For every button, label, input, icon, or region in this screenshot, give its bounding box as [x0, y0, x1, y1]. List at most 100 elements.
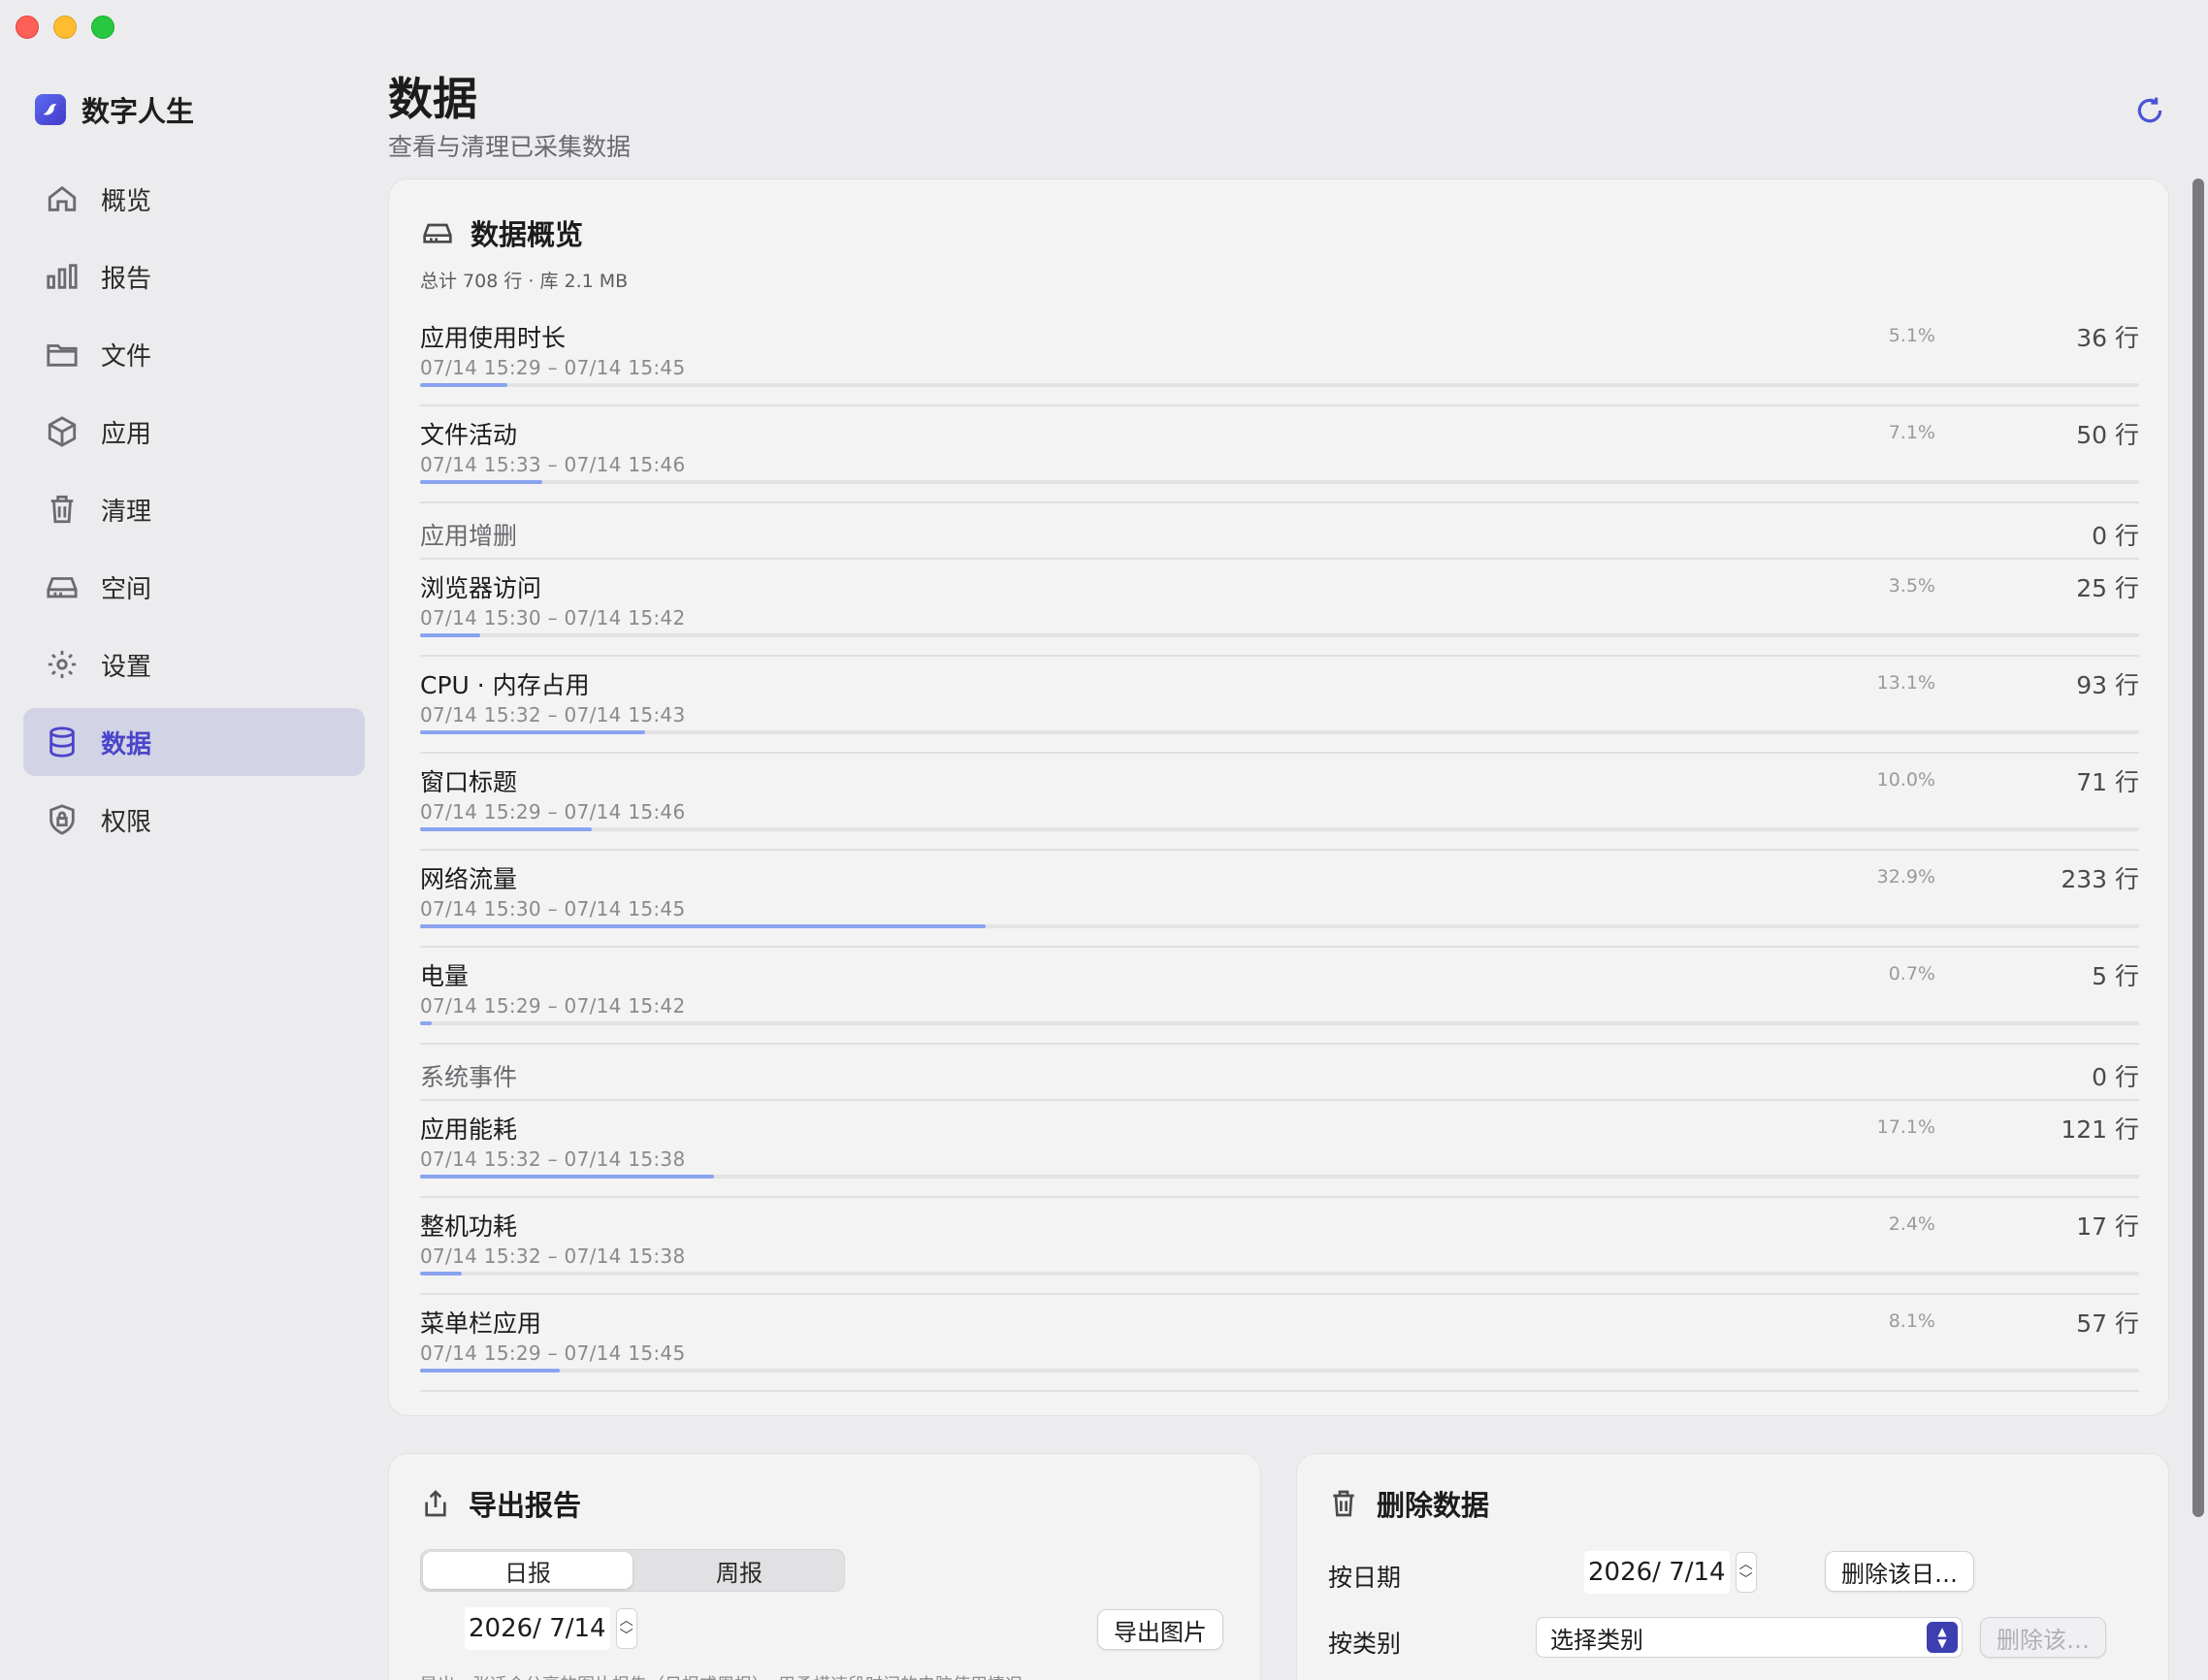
house-icon	[45, 181, 80, 216]
export-description: 导出一张适合分享的图片报告（日报或周报），用柔横速段时间的电脑使用情况	[420, 1671, 1023, 1680]
refresh-button[interactable]	[2134, 95, 2167, 128]
sidebar-item-label: 应用	[101, 419, 152, 449]
progress-track	[420, 1369, 2139, 1373]
sidebar-item-label: 清理	[101, 497, 152, 527]
delete-date-field[interactable]: 2026/ 7/14	[1584, 1551, 1730, 1594]
row-count: 71 行	[2076, 768, 2139, 796]
page-title: 数据	[388, 73, 477, 125]
sidebar-item-permissions[interactable]: 权限	[23, 786, 365, 854]
progress-fill	[420, 730, 646, 734]
table-row: 应用使用时长 07/14 15:29 – 07/14 15:45 5.1% 36 行	[420, 309, 2139, 406]
scrollbar[interactable]	[2192, 178, 2204, 1517]
delete-category-button[interactable]: 删除该…	[1980, 1617, 2106, 1658]
row-count: 50 行	[2076, 421, 2139, 449]
gear-icon	[45, 647, 80, 682]
row-count: 233 行	[2061, 865, 2139, 893]
row-time-range: 07/14 15:32 – 07/14 15:38	[420, 1147, 686, 1171]
by-date-label: 按日期	[1328, 1564, 1402, 1592]
sidebar-item-label: 空间	[101, 574, 152, 604]
progress-fill	[420, 924, 986, 928]
data-overview-card: 数据概览 总计 708 行 · 库 2.1 MB 应用使用时长 07/14 15:…	[388, 178, 2169, 1416]
row-name: 窗口标题	[420, 768, 518, 796]
refresh-icon	[2137, 97, 2162, 123]
progress-track	[420, 633, 2139, 637]
app-logo-icon	[35, 94, 66, 125]
chevron-up-icon[interactable]: ︿	[1739, 1557, 1753, 1572]
row-percentage: 10.0%	[1876, 769, 1935, 791]
progress-track	[420, 1175, 2139, 1179]
row-time-range: 07/14 15:33 – 07/14 15:46	[420, 453, 686, 476]
row-name: CPU · 内存占用	[420, 671, 590, 699]
row-time-range: 07/14 15:32 – 07/14 15:43	[420, 703, 686, 727]
row-time-range: 07/14 15:30 – 07/14 15:45	[420, 897, 686, 921]
progress-track	[420, 383, 2139, 387]
table-row: 网络流量 07/14 15:30 – 07/14 15:45 32.9% 233 行	[420, 851, 2139, 948]
date-stepper[interactable]: ︿ ﹀	[1735, 1552, 1757, 1593]
progress-track	[420, 1272, 2139, 1276]
sidebar-item-label: 概览	[101, 186, 152, 216]
card-title: 导出报告	[469, 1489, 582, 1522]
sidebar-item-reports[interactable]: 报告	[23, 242, 365, 310]
sidebar-item-apps[interactable]: 应用	[23, 398, 365, 466]
chevron-down-icon[interactable]: ﹀	[620, 1629, 633, 1644]
progress-fill	[420, 480, 542, 484]
export-image-button[interactable]: 导出图片	[1097, 1609, 1223, 1650]
row-name: 应用增删	[420, 522, 518, 550]
row-time-range: 07/14 15:29 – 07/14 15:42	[420, 994, 686, 1018]
by-category-label: 按类别	[1328, 1630, 1402, 1658]
card-header: 删除数据	[1328, 1483, 1489, 1524]
sidebar-item-cleanup[interactable]: 清理	[23, 475, 365, 543]
date-stepper[interactable]: ︿ ﹀	[615, 1608, 637, 1649]
card-header: 导出报告	[420, 1483, 581, 1524]
sidebar-item-data[interactable]: 数据	[23, 708, 365, 776]
delete-data-card: 删除数据 按日期 2026/ 7/14 ︿ ﹀ 删除该日… 按类别 选择类别 ▲ ▼…	[1296, 1453, 2169, 1680]
delete-date-picker: 2026/ 7/14 ︿ ﹀	[1584, 1551, 1757, 1594]
sidebar-item-label: 数据	[101, 729, 152, 759]
progress-fill	[420, 383, 508, 387]
app-window: 数字人生 概览 报告 文件 应用 清理 空间 设置 数据 权限 数据 查看与清理…	[0, 0, 2208, 1680]
trash-icon	[1333, 1490, 1354, 1517]
row-name: 系统事件	[420, 1063, 518, 1091]
row-percentage: 13.1%	[1876, 672, 1935, 694]
row-percentage: 2.4%	[1888, 1213, 1935, 1235]
drive-icon	[45, 569, 80, 604]
shield-icon	[45, 802, 80, 837]
row-name: 整机功耗	[420, 1212, 518, 1241]
tab-daily[interactable]: 日报	[423, 1552, 633, 1589]
row-count: 25 行	[2076, 574, 2139, 602]
row-percentage: 32.9%	[1876, 866, 1935, 888]
progress-fill	[420, 827, 593, 831]
progress-track	[420, 480, 2139, 484]
progress-fill	[420, 1369, 560, 1373]
chevron-down-icon[interactable]: ﹀	[1739, 1572, 1753, 1588]
sidebar-item-files[interactable]: 文件	[23, 320, 365, 388]
table-row: 文件活动 07/14 15:33 – 07/14 15:46 7.1% 50 行	[420, 406, 2139, 503]
sidebar: 数字人生 概览 报告 文件 应用 清理 空间 设置 数据 权限	[0, 0, 378, 1680]
table-row: 系统事件 0 行	[420, 1045, 2139, 1101]
chevron-up-down-icon: ▲ ▼	[1927, 1622, 1958, 1653]
row-percentage: 3.5%	[1888, 575, 1935, 597]
row-name: 文件活动	[420, 421, 518, 449]
card-title: 数据概览	[471, 218, 584, 251]
sidebar-item-label: 报告	[101, 264, 152, 294]
row-count: 93 行	[2076, 671, 2139, 699]
table-row: CPU · 内存占用 07/14 15:32 – 07/14 15:43 13.1%…	[420, 657, 2139, 754]
table-row: 浏览器访问 07/14 15:30 – 07/14 15:42 3.5% 25 行	[420, 560, 2139, 657]
delete-day-button[interactable]: 删除该日…	[1825, 1551, 1974, 1592]
table-row: 菜单栏应用 07/14 15:29 – 07/14 15:45 8.1% 57 行	[420, 1295, 2139, 1392]
tab-weekly[interactable]: 周报	[634, 1550, 844, 1591]
sidebar-item-label: 设置	[101, 652, 152, 682]
chevron-up-icon[interactable]: ︿	[620, 1613, 633, 1629]
progress-track	[420, 827, 2139, 831]
category-select[interactable]: 选择类别 ▲ ▼	[1536, 1617, 1963, 1658]
sidebar-item-overview[interactable]: 概览	[23, 165, 365, 233]
data-summary: 总计 708 行 · 库 2.1 MB	[420, 271, 629, 292]
row-name: 应用能耗	[420, 1115, 518, 1144]
category-select-value: 选择类别	[1550, 1626, 1643, 1654]
export-date-field[interactable]: 2026/ 7/14	[465, 1607, 610, 1650]
row-count: 17 行	[2076, 1212, 2139, 1241]
table-row: 窗口标题 07/14 15:29 – 07/14 15:46 10.0% 71 行	[420, 754, 2139, 851]
sidebar-item-settings[interactable]: 设置	[23, 630, 365, 698]
share-icon	[425, 1490, 446, 1517]
sidebar-item-space[interactable]: 空间	[23, 553, 365, 621]
